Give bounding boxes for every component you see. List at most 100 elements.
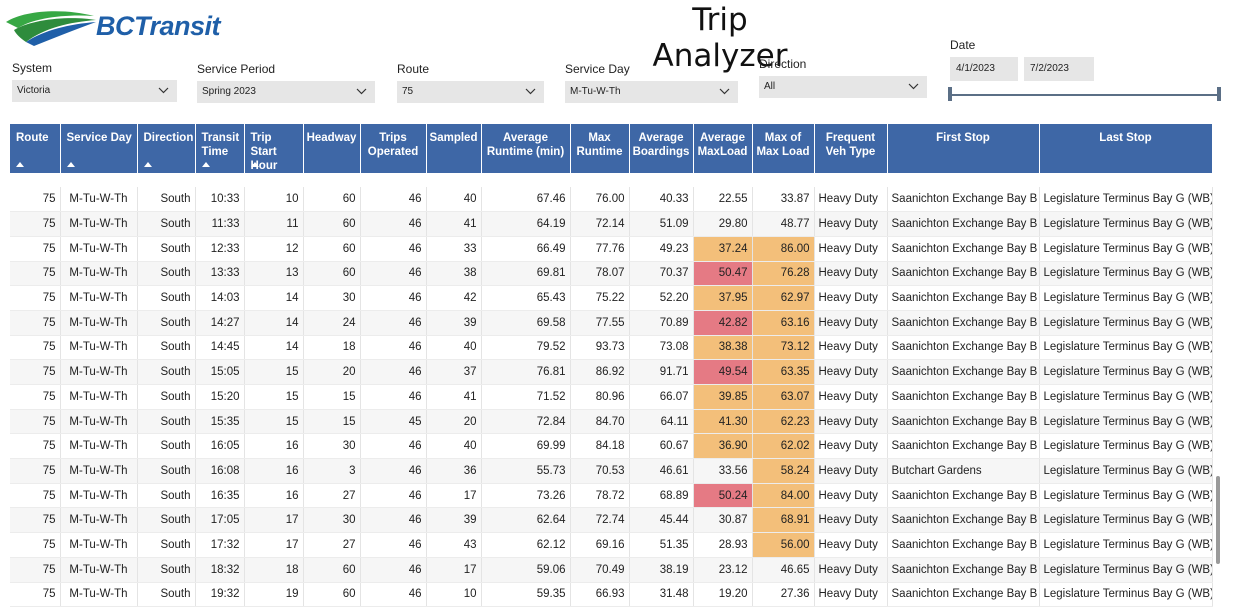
table-row[interactable]: 75 M-Tu-W-Th South 16:08 16 3 46 36 55.73 70.53 46…: [10, 458, 1213, 484]
table-cell: Heavy Duty: [814, 582, 888, 608]
table-cell: Saanichton Exchange Bay B: [887, 285, 1040, 311]
table-cell: M-Tu-W-Th: [60, 310, 138, 336]
table-row[interactable]: 75 M-Tu-W-Th South 14:27 14 24 46 39 69.58 77.55 7…: [10, 310, 1213, 336]
table-cell: 62.64: [481, 507, 571, 534]
table-cell: Saanichton Exchange Bay B: [887, 236, 1040, 262]
column-header[interactable]: Average Boardings: [629, 124, 694, 173]
table-cell: Legislature Terminus Bay G (WB): [1039, 211, 1213, 237]
column-header[interactable]: Direction: [137, 124, 196, 173]
date-start-input[interactable]: 4/1/2023: [950, 57, 1018, 81]
route-label: Route: [397, 62, 430, 76]
column-header[interactable]: Max Runtime: [570, 124, 630, 173]
table-cell: Saanichton Exchange Bay B: [887, 507, 1040, 534]
service-period-slicer: Service Period Spring 2023: [197, 62, 375, 103]
service-period-dropdown[interactable]: Spring 2023: [197, 81, 375, 103]
table-cell: 38.38: [693, 335, 753, 361]
table-cell: 15:20: [195, 384, 245, 410]
column-header[interactable]: Route: [10, 124, 61, 173]
table-cell: 72.84: [481, 409, 571, 435]
table-cell: 27: [303, 532, 361, 558]
table-cell: 65.43: [481, 285, 571, 311]
table-cell: 75: [10, 433, 61, 460]
column-header[interactable]: Trips Operated: [360, 124, 427, 173]
table-cell: 70.89: [629, 310, 694, 336]
table-cell: South: [137, 261, 196, 287]
table-cell: 10: [426, 582, 482, 608]
service-day-dropdown[interactable]: M-Tu-W-Th: [565, 81, 738, 103]
table-row[interactable]: 75 M-Tu-W-Th South 17:32 17 27 46 43 62.12 69.16 5…: [10, 532, 1213, 558]
column-header-label: Service Day: [66, 132, 132, 144]
table-cell: 75: [10, 384, 61, 410]
table-row[interactable]: 75 M-Tu-W-Th South 14:03 14 30 46 42 65.43 75.22 5…: [10, 285, 1213, 311]
table-cell: 15: [244, 384, 304, 410]
table-row[interactable]: 75 M-Tu-W-Th South 10:33 10 60 46 40 67.46 76.00 4…: [10, 187, 1213, 213]
route-dropdown[interactable]: 75: [397, 81, 544, 103]
column-header[interactable]: First Stop: [887, 124, 1040, 173]
date-slider-start-handle[interactable]: [948, 87, 952, 101]
direction-dropdown[interactable]: All: [759, 76, 927, 98]
column-header[interactable]: Sampled: [426, 124, 482, 173]
table-cell: 62.23: [752, 409, 815, 435]
table-row[interactable]: 75 M-Tu-W-Th South 17:05 17 30 46 39 62.64 72.74 4…: [10, 507, 1213, 534]
table-row[interactable]: 75 M-Tu-W-Th South 12:33 12 60 46 33 66.49 77.76 4…: [10, 236, 1213, 262]
table-scrollbar[interactable]: [1216, 476, 1220, 564]
table-row[interactable]: 75 M-Tu-W-Th South 16:05 16 30 46 40 69.99 84.18 6…: [10, 433, 1213, 460]
chevron-down-icon: [908, 83, 919, 90]
table-cell: 11:33: [195, 211, 245, 237]
column-header[interactable]: Trip Start Hour: [244, 124, 304, 173]
column-header[interactable]: Transit Time: [195, 124, 245, 173]
table-cell: 17: [426, 557, 482, 583]
date-end-input[interactable]: 7/2/2023: [1024, 57, 1094, 81]
column-header-label: Last Stop: [1099, 132, 1152, 144]
table-cell: 39.85: [693, 384, 753, 410]
table-cell: 75: [10, 187, 61, 213]
date-range-slider[interactable]: [950, 94, 1220, 96]
table-row[interactable]: 75 M-Tu-W-Th South 14:45 14 18 46 40 79.52 93.73 7…: [10, 335, 1213, 361]
table-cell: 63.35: [752, 359, 815, 385]
table-cell: 46: [360, 335, 427, 361]
column-header[interactable]: Frequent Veh Type: [814, 124, 888, 173]
table-row[interactable]: 75 M-Tu-W-Th South 19:32 19 60 46 10 59.35 66.93 3…: [10, 582, 1213, 608]
sort-ascending-icon: [66, 162, 75, 167]
date-slider-end-handle[interactable]: [1217, 87, 1221, 101]
table-cell: M-Tu-W-Th: [60, 582, 138, 608]
table-cell: 76.28: [752, 261, 815, 287]
column-header[interactable]: Max of Max Load: [752, 124, 815, 173]
table-cell: 43: [426, 532, 482, 558]
table-cell: Saanichton Exchange Bay B: [887, 335, 1040, 361]
service-period-label: Service Period: [197, 62, 276, 76]
table-row[interactable]: 75 M-Tu-W-Th South 15:20 15 15 46 41 71.52 80.96 6…: [10, 384, 1213, 410]
column-header[interactable]: Headway: [303, 124, 361, 173]
table-cell: 33.56: [693, 458, 753, 484]
table-row[interactable]: 75 M-Tu-W-Th South 15:35 15 15 45 20 72.84 84.70 6…: [10, 409, 1213, 435]
table-cell: 46: [360, 310, 427, 336]
table-cell: South: [137, 483, 196, 509]
table-cell: 14: [244, 285, 304, 311]
table-row[interactable]: 75 M-Tu-W-Th South 18:32 18 60 46 17 59.06 70.49 3…: [10, 557, 1213, 583]
table-row[interactable]: 75 M-Tu-W-Th South 16:35 16 27 46 17 73.26 78.72 6…: [10, 483, 1213, 509]
column-header[interactable]: Average Runtime (min): [481, 124, 571, 173]
table-row[interactable]: 75 M-Tu-W-Th South 13:33 13 60 46 38 69.81 78.07 7…: [10, 261, 1213, 287]
table-cell: 50.24: [693, 483, 753, 509]
table-cell: 75: [10, 359, 61, 385]
table-cell: 75: [10, 483, 61, 509]
table-cell: M-Tu-W-Th: [60, 384, 138, 410]
table-cell: 70.37: [629, 261, 694, 287]
system-dropdown[interactable]: Victoria: [12, 80, 177, 102]
table-row[interactable]: 75 M-Tu-W-Th South 11:33 11 60 46 41 64.19 72.14 5…: [10, 211, 1213, 237]
table-cell: 30: [303, 285, 361, 311]
table-cell: 46: [360, 285, 427, 311]
table-cell: Saanichton Exchange Bay B: [887, 211, 1040, 237]
table-cell: 40: [426, 433, 482, 460]
route-slicer: Route 75: [397, 62, 544, 103]
system-label: System: [12, 61, 53, 75]
table-cell: Butchart Gardens: [887, 458, 1040, 484]
column-header[interactable]: Last Stop: [1039, 124, 1213, 173]
column-header[interactable]: Service Day: [60, 124, 138, 173]
column-header[interactable]: Average MaxLoad: [693, 124, 753, 173]
chevron-down-icon: [719, 88, 730, 95]
table-row[interactable]: 75 M-Tu-W-Th South 15:05 15 20 46 37 76.81 86.92 9…: [10, 359, 1213, 385]
table-cell: 49.23: [629, 236, 694, 262]
table-cell: 69.99: [481, 433, 571, 460]
table-cell: 46: [360, 557, 427, 583]
